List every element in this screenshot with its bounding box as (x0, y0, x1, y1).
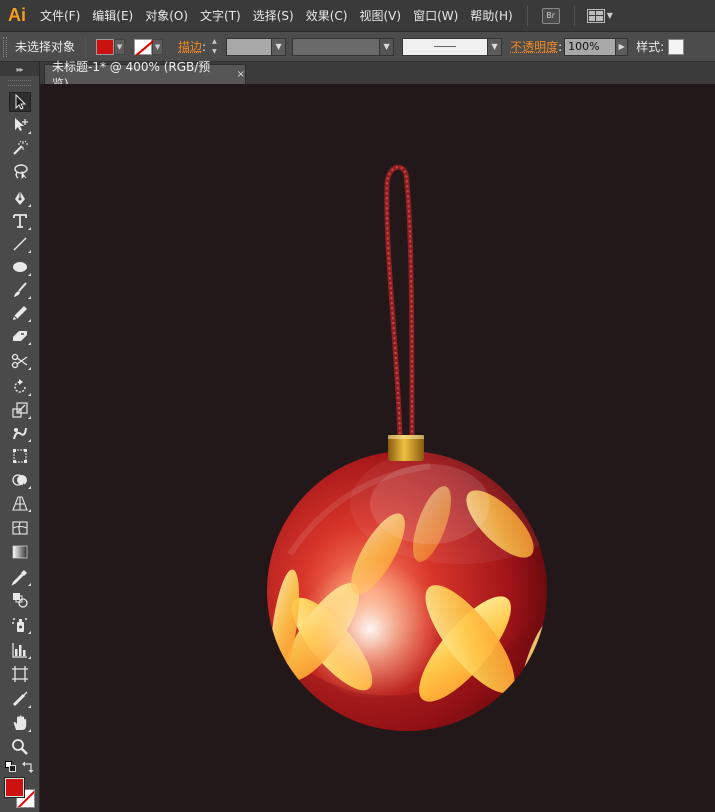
rotate-tool-icon[interactable] (9, 377, 31, 397)
chevron-down-icon[interactable]: ▼ (488, 37, 503, 56)
pencil-tool-icon[interactable] (9, 303, 31, 323)
menubar-separator (526, 5, 528, 26)
menu-effect[interactable]: 效果(C) (300, 0, 354, 32)
symbol-sprayer-tool-icon[interactable] (9, 615, 31, 635)
opacity-input[interactable]: 100% (564, 37, 617, 56)
default-colors-icon[interactable] (5, 761, 17, 773)
menu-bar: Ai 文件(F) 编辑(E) 对象(O) 文字(T) 选择(S) 效果(C) 视… (0, 0, 715, 32)
menu-window[interactable]: 窗口(W) (407, 0, 464, 32)
stroke-weight-stepper[interactable]: ▲ ▼ (212, 38, 224, 56)
control-bar-grip[interactable] (3, 36, 7, 57)
gradient-tool-icon[interactable] (9, 542, 31, 562)
line-segment-tool-icon[interactable] (9, 234, 31, 254)
style-colon: : (660, 39, 665, 54)
opacity-colon: : (558, 39, 563, 54)
arrow-down-icon[interactable]: ▼ (212, 48, 224, 56)
scale-tool-icon[interactable] (9, 400, 31, 420)
chevron-down-icon[interactable]: ▼ (114, 38, 126, 55)
fill-color-picker[interactable]: ▼ (96, 38, 126, 56)
document-tab-bar: 未标题-1* @ 400% (RGB/预览) × (40, 60, 715, 91)
variable-width-profile-select[interactable] (292, 37, 381, 56)
ellipse-tool-icon[interactable] (9, 257, 31, 277)
artboard-tool-icon[interactable] (9, 664, 31, 684)
fill-swatch[interactable] (96, 38, 115, 55)
scissors-tool-icon[interactable] (9, 351, 31, 371)
brush-stroke-preview-icon (434, 46, 457, 47)
menu-object[interactable]: 对象(O) (139, 0, 194, 32)
bridge-button[interactable]: Br (541, 7, 560, 24)
mesh-tool-icon[interactable] (9, 518, 31, 538)
swap-colors-icon[interactable] (22, 761, 34, 773)
direct-selection-tool-icon[interactable] (9, 115, 31, 135)
warp-tool-icon[interactable] (9, 423, 31, 443)
fill-stroke-swatches[interactable] (5, 778, 35, 808)
menubar-separator (573, 5, 575, 26)
arrow-up-icon[interactable]: ▲ (212, 38, 224, 46)
blend-tool-icon[interactable] (9, 590, 31, 610)
free-transform-tool-icon[interactable] (9, 446, 31, 466)
stroke-swatch-none-icon[interactable] (134, 38, 153, 55)
selection-status: 未选择对象 (15, 40, 76, 54)
menu-file[interactable]: 文件(F) (34, 0, 86, 32)
stroke-weight-input[interactable] (226, 37, 273, 56)
chevron-down-icon[interactable]: ▼ (272, 37, 287, 56)
blob-brush-tool-icon[interactable] (9, 326, 31, 346)
arrange-documents-button[interactable]: ▼ (586, 8, 613, 23)
collapse-panel-icon[interactable]: ▸▸ (0, 62, 39, 76)
menu-view[interactable]: 视图(V) (353, 0, 407, 32)
shape-builder-tool-icon[interactable] (9, 470, 31, 490)
menu-help[interactable]: 帮助(H) (464, 0, 518, 32)
christmas-ornament-artwork[interactable] (40, 84, 715, 812)
menu-type[interactable]: 文字(T) (194, 0, 247, 32)
lasso-tool-icon[interactable] (9, 161, 31, 181)
eyedropper-tool-icon[interactable] (9, 567, 31, 587)
document-tab[interactable]: 未标题-1* @ 400% (RGB/预览) × (44, 60, 246, 91)
column-graph-tool-icon[interactable] (9, 640, 31, 660)
stroke-colon: : (202, 39, 207, 54)
paintbrush-tool-icon[interactable] (9, 280, 31, 300)
tools-panel-grip[interactable] (8, 80, 31, 86)
brush-definition-select[interactable] (402, 37, 489, 56)
pen-tool-icon[interactable] (9, 188, 31, 208)
type-tool-icon[interactable] (9, 211, 31, 231)
stroke-label[interactable]: 描边 (178, 38, 202, 55)
opacity-label[interactable]: 不透明度 (510, 38, 558, 55)
artboard-canvas[interactable] (40, 84, 715, 812)
graphic-style-swatch[interactable] (668, 38, 685, 55)
menu-select[interactable]: 选择(S) (247, 0, 300, 32)
hand-tool-icon[interactable] (9, 713, 31, 733)
menu-edit[interactable]: 编辑(E) (86, 0, 139, 32)
chevron-down-icon: ▼ (606, 11, 613, 20)
slice-tool-icon[interactable] (9, 689, 31, 709)
close-icon[interactable]: × (237, 69, 245, 80)
control-separator (85, 36, 87, 57)
perspective-grid-tool-icon[interactable] (9, 493, 31, 513)
arrange-documents-icon (586, 8, 605, 23)
zoom-tool-icon[interactable] (9, 737, 31, 757)
chevron-down-icon[interactable]: ▼ (380, 37, 395, 56)
selection-tool-icon[interactable] (9, 92, 31, 112)
fill-color-swatch[interactable] (5, 778, 24, 797)
style-label: 样式 (636, 40, 661, 54)
stroke-color-picker[interactable]: ▼ (134, 38, 164, 56)
chevron-down-icon[interactable]: ▶ (616, 37, 629, 56)
tools-panel: ▸▸ (0, 62, 40, 812)
magic-wand-tool-icon[interactable] (9, 138, 31, 158)
app-logo: Ai (8, 5, 26, 25)
